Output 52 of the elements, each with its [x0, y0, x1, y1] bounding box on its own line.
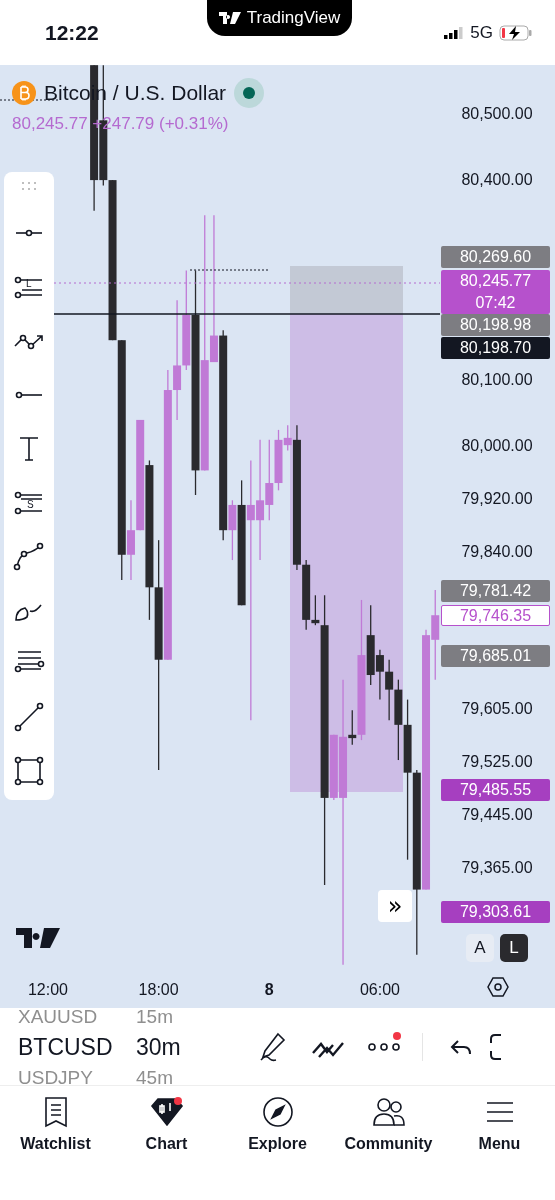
- battery-icon: [499, 24, 533, 41]
- scale-mode-button[interactable]: L: [500, 934, 528, 962]
- nav-tab[interactable]: Community: [334, 1096, 443, 1153]
- price-tick-label: 79,605.00: [461, 699, 533, 717]
- price-tick-label: 79,445.00: [461, 805, 533, 823]
- market-status-icon: [234, 78, 265, 108]
- price-tick-label: 80,000.00: [461, 437, 533, 455]
- more-icon: [368, 1041, 400, 1052]
- rectangle-icon[interactable]: [13, 755, 45, 787]
- interval-option[interactable]: 30m: [136, 1029, 181, 1064]
- price-tick-label: 80,500.00: [461, 105, 533, 122]
- symbol-option[interactable]: BTCUSD: [18, 1029, 113, 1064]
- price-badge: 80,245.77 07:42: [441, 270, 550, 314]
- trend-line-icon[interactable]: [13, 701, 45, 733]
- fullscreen-icon: [489, 1032, 501, 1061]
- nav-tab[interactable]: Explore: [223, 1096, 332, 1153]
- bitcoin-icon: [12, 81, 36, 105]
- candle: [385, 659, 394, 721]
- price-tick-label: 80,100.00: [461, 370, 533, 388]
- price-badge: 80,269.60: [441, 246, 550, 268]
- logo-icon: [16, 928, 60, 948]
- nav-tab[interactable]: Watchlist: [1, 1096, 110, 1153]
- scale-mode-button[interactable]: A: [466, 934, 494, 962]
- drag-handle-icon[interactable]: [22, 182, 36, 190]
- dotted-level-line: [0, 99, 61, 101]
- signal-icon: [444, 26, 465, 39]
- time-tick-label: 12:00: [28, 981, 68, 998]
- price-badge: 80,198.98: [441, 314, 550, 336]
- price-tick-label: 80,400.00: [461, 171, 533, 189]
- time-tick-label: 06:00: [359, 981, 400, 998]
- price-badge: 79,685.01: [441, 645, 550, 667]
- nav-tab[interactable]: Chart: [112, 1096, 221, 1153]
- price-badge: 79,746.35: [441, 605, 550, 626]
- price-badge: 79,485.55: [441, 779, 550, 801]
- app-pill: TradingView: [207, 0, 352, 36]
- price-tick-label: 79,840.00: [461, 543, 533, 561]
- price-badge: 79,781.42: [441, 580, 550, 602]
- nav-tab[interactable]: Menu: [445, 1096, 554, 1153]
- price-tick-label: 79,525.00: [461, 752, 533, 770]
- curve-icon[interactable]: [13, 540, 45, 572]
- price-tick-label: 79,365.00: [461, 859, 533, 876]
- settings-icon[interactable]: [487, 977, 509, 997]
- undo-icon: [450, 1037, 472, 1056]
- logo-icon: [218, 12, 241, 24]
- price-badge: 80,198.70: [441, 337, 550, 359]
- time-tick-label: 18:00: [138, 981, 179, 998]
- price-badge: 79,303.61: [441, 901, 550, 923]
- price-tick-label: 79,920.00: [461, 490, 533, 508]
- network-label: 5G: [470, 22, 493, 43]
- scroll-to-latest-button[interactable]: »: [378, 890, 412, 922]
- clock-time: 12:22: [45, 20, 99, 45]
- time-tick-label: 8: [264, 981, 274, 998]
